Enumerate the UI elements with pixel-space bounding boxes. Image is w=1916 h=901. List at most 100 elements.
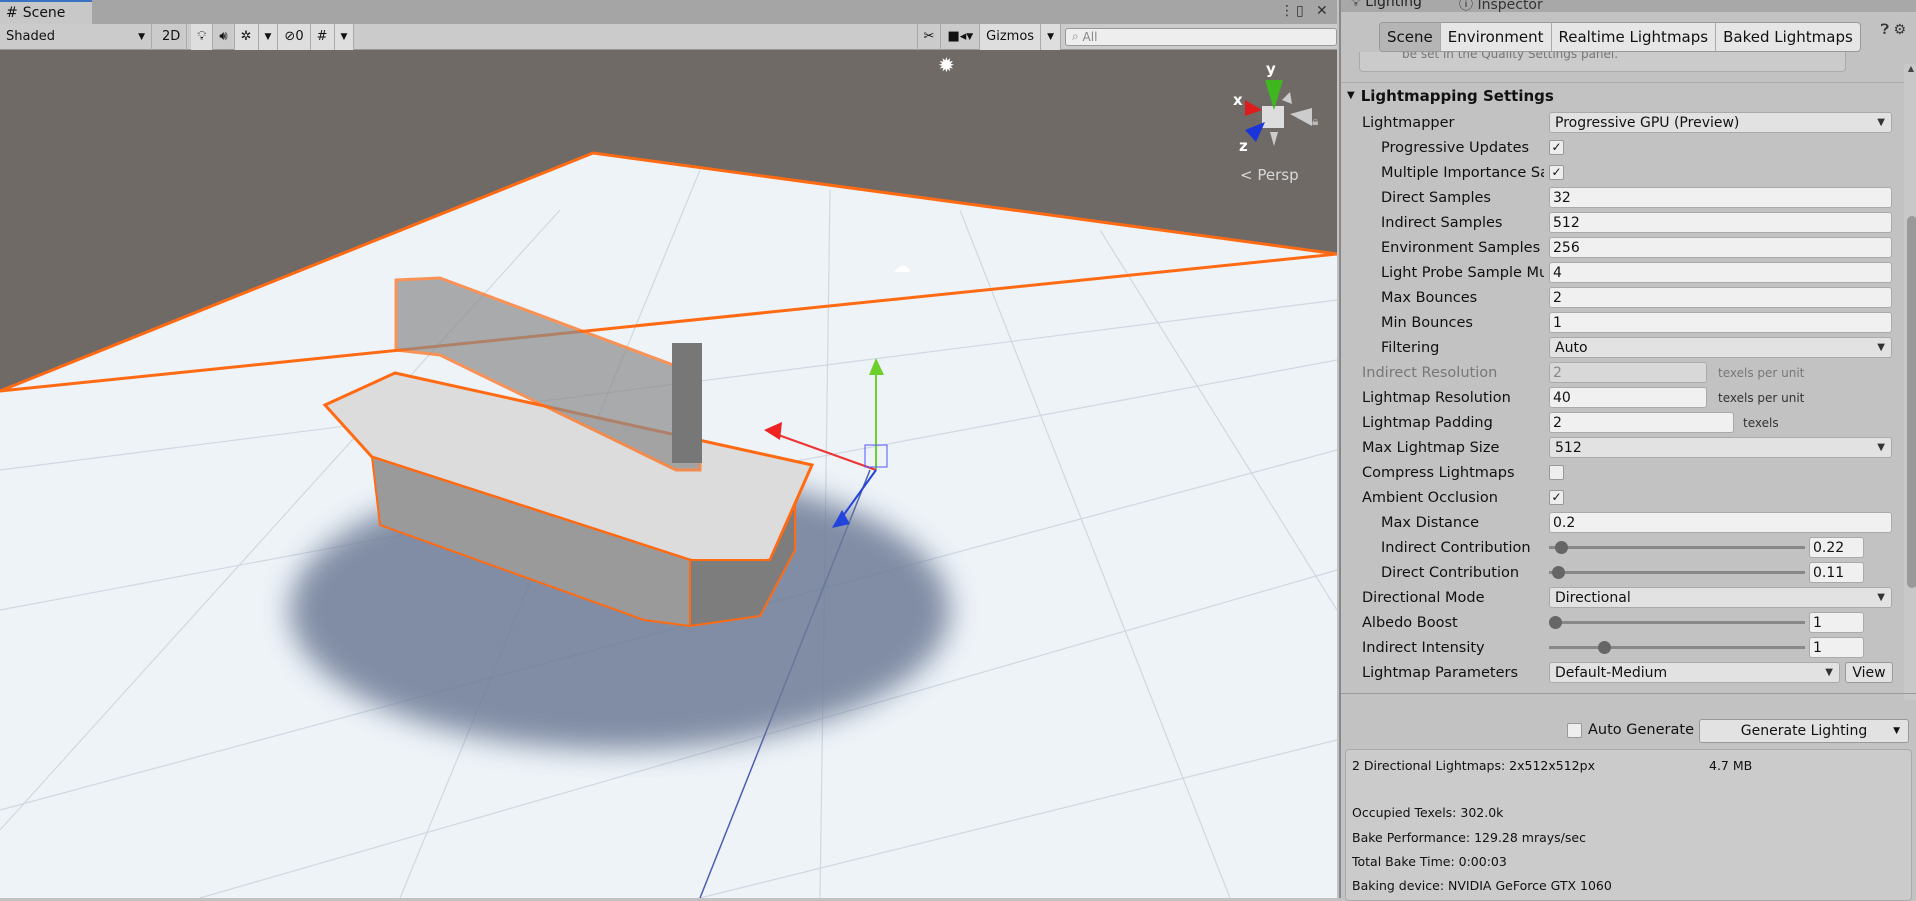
projection-toggle[interactable]: < Persp: [1240, 166, 1299, 184]
generate-lighting-button[interactable]: Generate Lighting ▼: [1699, 719, 1909, 743]
subtab-scene[interactable]: Scene: [1380, 23, 1441, 51]
info-box-cutoff: be set in the Quality Settings panel.: [1359, 52, 1846, 72]
tab-scene[interactable]: # Scene: [0, 0, 92, 24]
hidden-objects-toggle[interactable]: ⊘ 0: [278, 23, 311, 50]
albedo-boost-input[interactable]: 1: [1809, 612, 1864, 633]
directional-mode-row: Directional Mode Directional ▼: [1341, 585, 1904, 610]
chevron-down-icon[interactable]: ▼: [1893, 726, 1900, 736]
effects-toggle-icon[interactable]: ✲: [234, 23, 259, 50]
indirect-samples-input[interactable]: 512: [1549, 212, 1892, 233]
lighting-panel: 💡︎ Lighting ⓘ Inspector Scene Environmen…: [1339, 0, 1916, 901]
orientation-gizmo[interactable]: y x z: [1233, 60, 1312, 155]
lightmap-parameters-row: Lightmap Parameters Default-Medium ▼ View: [1341, 660, 1904, 685]
cloud-icon: ☁: [893, 256, 911, 277]
panel-scrollbar[interactable]: ▲: [1904, 64, 1916, 700]
close-icon[interactable]: ✕: [1316, 3, 1328, 19]
direct-contribution-slider[interactable]: [1549, 566, 1805, 579]
lightmap-padding-row: Lightmap Padding 2 texels: [1341, 410, 1904, 435]
direct-contribution-input[interactable]: 0.11: [1809, 562, 1864, 583]
more-icon[interactable]: ⋮: [1280, 3, 1294, 19]
indirect-contribution-input[interactable]: 0.22: [1809, 537, 1864, 558]
indirect-contribution-row: Indirect Contribution 0.22: [1341, 535, 1904, 560]
albedo-boost-row: Albedo Boost 1: [1341, 610, 1904, 635]
auto-generate-checkbox[interactable]: [1567, 723, 1582, 738]
progressive-updates-checkbox[interactable]: ✓: [1549, 140, 1564, 155]
slider-knob[interactable]: [1549, 616, 1562, 629]
directional-mode-dropdown[interactable]: Directional ▼: [1549, 587, 1892, 608]
slider-knob[interactable]: [1555, 541, 1568, 554]
gear-icon[interactable]: ⚙: [1893, 22, 1906, 38]
bake-info-box: 2 Directional Lightmaps: 2x512x512px 4.7…: [1345, 749, 1912, 901]
mis-checkbox[interactable]: ✓: [1549, 165, 1564, 180]
2d-toggle[interactable]: 2D: [156, 23, 188, 50]
indirect-samples-row: Indirect Samples 512: [1341, 210, 1904, 235]
indirect-intensity-slider[interactable]: [1549, 641, 1805, 654]
filtering-row: Filtering Auto ▼: [1341, 335, 1904, 360]
camera-dropdown[interactable]: ■◂ ▼: [941, 23, 981, 50]
compress-lightmaps-checkbox[interactable]: [1549, 465, 1564, 480]
scene-toolbar: Shaded ▼ 2D 💡︎ 🔊︎ ✲ ▼ ⊘ 0 # ▼ ✂ ■◂ ▼ Gizmos…: [0, 23, 1337, 50]
lighting-toggle-icon[interactable]: 💡︎: [191, 23, 214, 50]
max-distance-input[interactable]: 0.2: [1549, 512, 1892, 533]
albedo-boost-slider[interactable]: [1549, 616, 1805, 629]
subtab-realtime-lightmaps[interactable]: Realtime Lightmaps: [1552, 23, 1717, 51]
ambient-occlusion-checkbox[interactable]: ✓: [1549, 490, 1564, 505]
indirect-intensity-input[interactable]: 1: [1809, 637, 1864, 658]
maximize-icon[interactable]: ▯: [1296, 3, 1304, 19]
foldout-arrow-icon: ▼: [1347, 90, 1355, 101]
grid-dropdown[interactable]: ▼: [334, 23, 355, 50]
tab-inspector[interactable]: ⓘ Inspector: [1459, 0, 1543, 14]
svg-text:z: z: [1239, 137, 1248, 155]
audio-toggle-icon[interactable]: 🔊︎: [213, 23, 235, 50]
generate-section: Auto Generate Generate Lighting ▼ 2 Direc…: [1341, 693, 1916, 901]
tools-icon[interactable]: ✂: [916, 23, 942, 50]
scene-tab-row: # Scene ⋮ ▯ ✕: [0, 0, 1337, 24]
lighting-subtabs: Scene Environment Realtime Lightmaps Bak…: [1379, 22, 1861, 52]
direct-samples-row: Direct Samples 32: [1341, 185, 1904, 210]
scrollbar-thumb[interactable]: [1907, 216, 1916, 588]
environment-samples-input[interactable]: 256: [1549, 237, 1892, 258]
lightmapping-settings-header[interactable]: ▼ Lightmapping Settings: [1341, 82, 1904, 108]
slider-knob[interactable]: [1552, 566, 1565, 579]
min-bounces-input[interactable]: 1: [1549, 312, 1892, 333]
max-bounces-row: Max Bounces 2: [1341, 285, 1904, 310]
subtab-baked-lightmaps[interactable]: Baked Lightmaps: [1716, 23, 1860, 51]
gizmos-dropdown[interactable]: ▼: [1041, 23, 1061, 50]
min-bounces-row: Min Bounces 1: [1341, 310, 1904, 335]
max-lightmap-size-dropdown[interactable]: 512 ▼: [1549, 437, 1892, 458]
effects-dropdown[interactable]: ▼: [258, 23, 279, 50]
progressive-updates-row: Progressive Updates ✓: [1341, 135, 1904, 160]
lightmapper-dropdown[interactable]: Progressive GPU (Preview) ▼: [1549, 112, 1892, 133]
direct-samples-input[interactable]: 32: [1549, 187, 1892, 208]
svg-text:y: y: [1266, 60, 1276, 78]
indirect-contribution-slider[interactable]: [1549, 541, 1805, 554]
lightmap-parameters-dropdown[interactable]: Default-Medium ▼: [1549, 662, 1840, 683]
grid-toggle-icon[interactable]: #: [310, 23, 335, 50]
help-icon[interactable]: ❓︎: [1881, 22, 1889, 38]
slider-knob[interactable]: [1598, 641, 1611, 654]
gizmos-button[interactable]: Gizmos: [980, 23, 1042, 50]
indirect-resolution-input: 2: [1549, 362, 1707, 383]
lightmap-padding-input[interactable]: 2: [1549, 412, 1734, 433]
scene-render: ✹ ☁ y x z: [0, 53, 1337, 898]
lightmap-resolution-input[interactable]: 40: [1549, 387, 1707, 408]
panel-tabs: 💡︎ Lighting ⓘ Inspector: [1341, 0, 1916, 14]
indirect-intensity-row: Indirect Intensity 1: [1341, 635, 1904, 660]
tab-lighting[interactable]: 💡︎ Lighting: [1351, 0, 1422, 10]
subtab-environment[interactable]: Environment: [1441, 23, 1552, 51]
scene-view: # Scene ⋮ ▯ ✕ Shaded ▼ 2D 💡︎ 🔊︎ ✲ ▼ ⊘ 0 # ▼…: [0, 0, 1337, 898]
direct-contribution-row: Direct Contribution 0.11: [1341, 560, 1904, 585]
view-button[interactable]: View: [1845, 662, 1893, 683]
filtering-dropdown[interactable]: Auto ▼: [1549, 337, 1892, 358]
scene-viewport[interactable]: ✹ ☁ y x z 🔒︎ < Persp: [0, 50, 1337, 898]
compress-lightmaps-row: Compress Lightmaps: [1341, 460, 1904, 485]
shading-mode-dropdown[interactable]: Shaded ▼: [0, 23, 152, 50]
light-probe-row: Light Probe Sample Multiplier4: [1341, 260, 1904, 285]
lock-icon[interactable]: 🔒︎: [1312, 114, 1318, 129]
light-probe-input[interactable]: 4: [1549, 262, 1892, 283]
eye-slash-icon: ⊘: [284, 29, 296, 44]
mis-row: Multiple Importance Sampling✓: [1341, 160, 1904, 185]
max-bounces-input[interactable]: 2: [1549, 287, 1892, 308]
lightmap-resolution-row: Lightmap Resolution 40 texels per unit: [1341, 385, 1904, 410]
search-input[interactable]: ⌕ All: [1065, 27, 1337, 46]
